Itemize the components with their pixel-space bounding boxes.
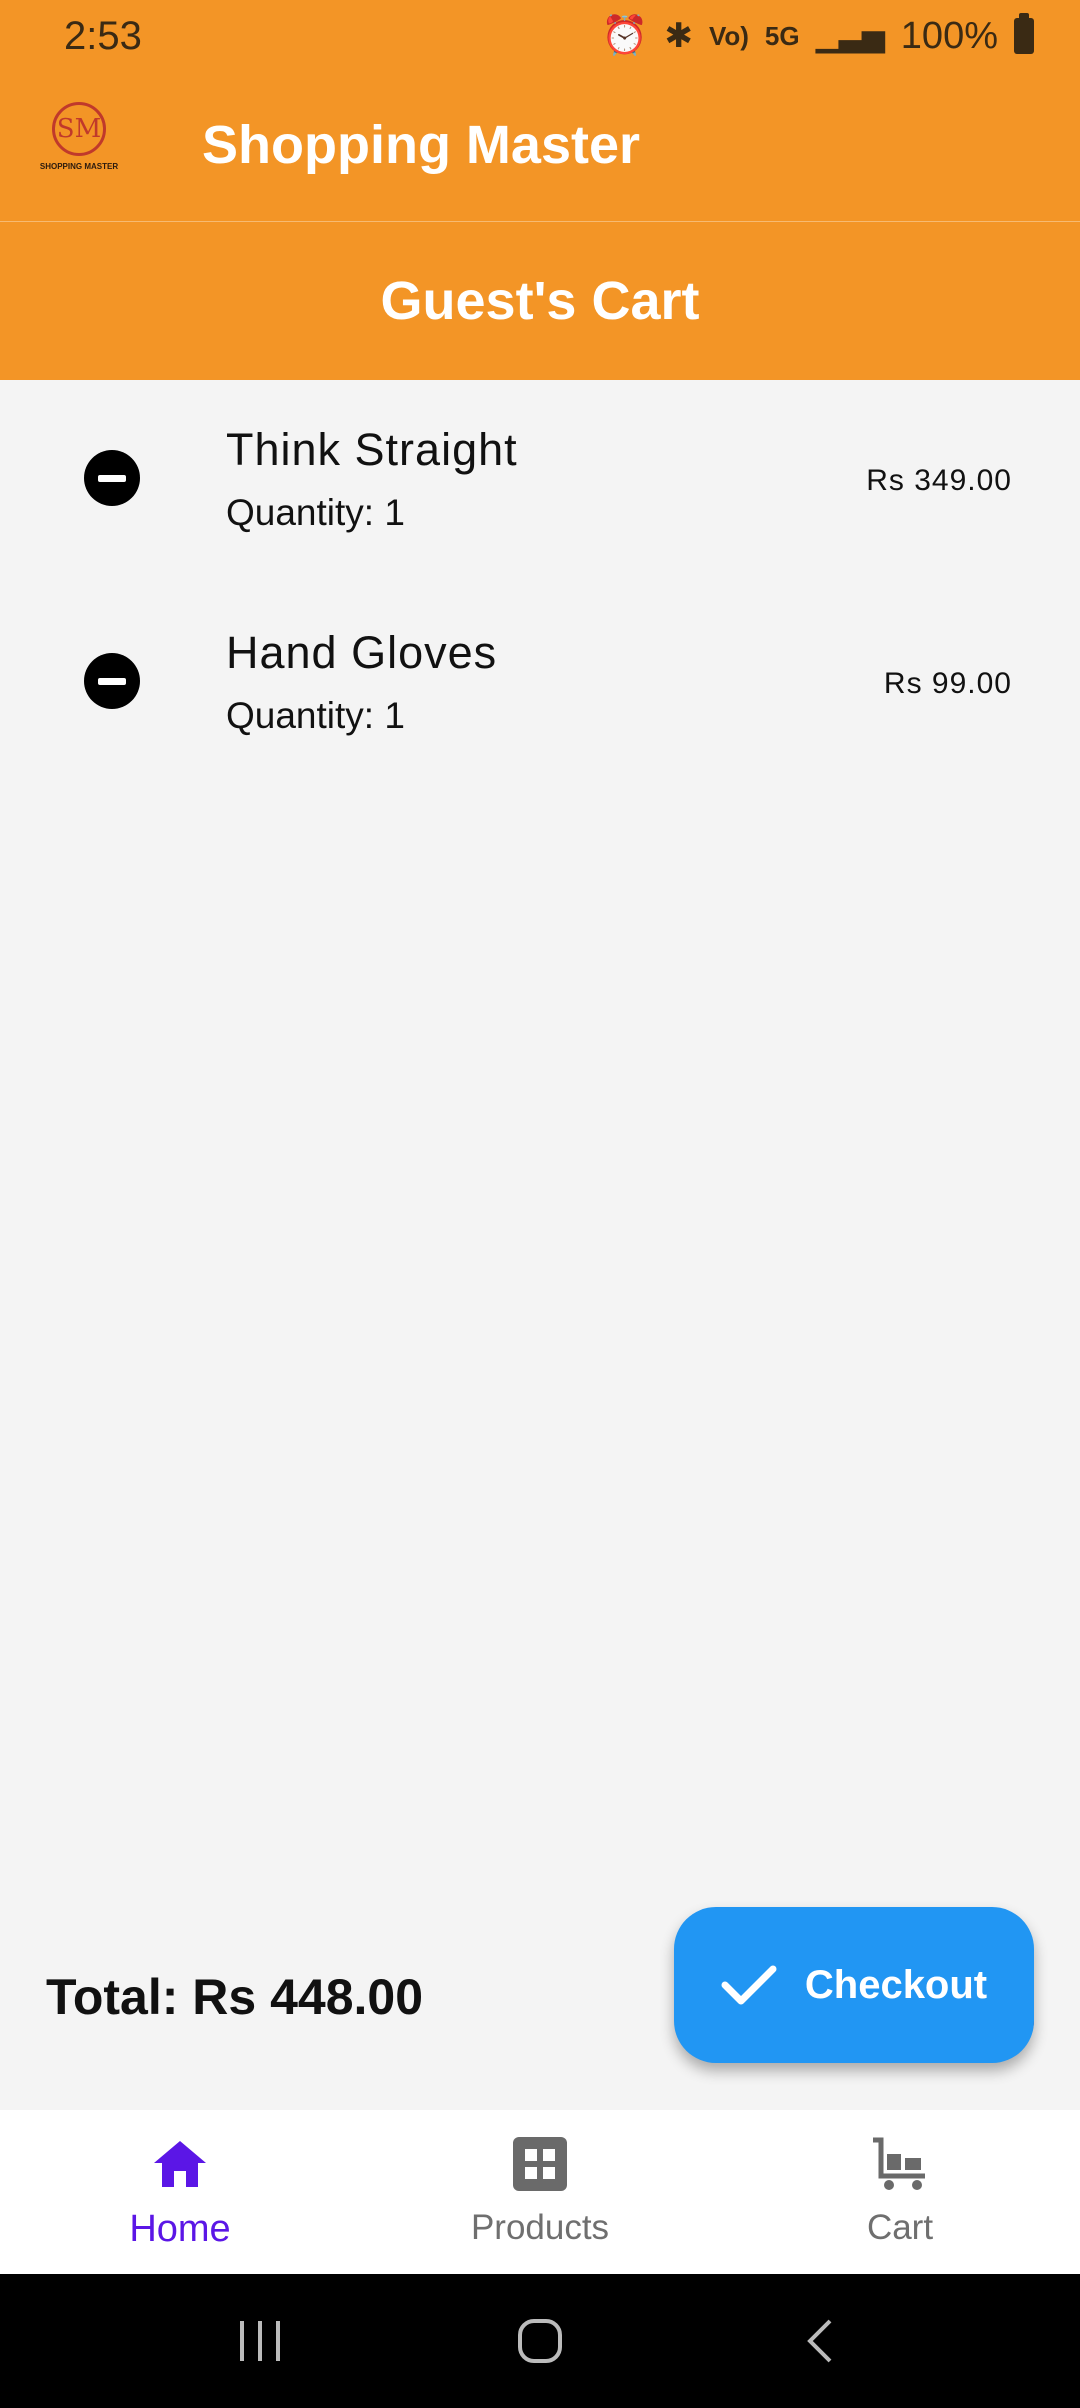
remove-item-icon[interactable] — [84, 450, 140, 506]
remove-item-icon[interactable] — [84, 653, 140, 709]
nav-products[interactable]: Products — [360, 2110, 720, 2274]
alarm-icon: ⏰ — [601, 15, 649, 57]
app-bar: SM SHOPPING MASTER Shopping Master — [0, 72, 1080, 222]
bottom-navigation: Home Products Cart — [0, 2110, 1080, 2274]
check-icon — [721, 1963, 777, 2007]
nav-cart[interactable]: Cart — [720, 2110, 1080, 2274]
recent-apps-icon[interactable] — [220, 2301, 300, 2381]
home-icon — [150, 2134, 210, 2194]
nav-home[interactable]: Home — [0, 2110, 360, 2274]
nav-label-products: Products — [470, 2208, 610, 2247]
logo-caption: SHOPPING MASTER — [39, 162, 119, 171]
bluetooth-icon: ✱ — [664, 17, 693, 55]
cart-total: Total: Rs 448.00 — [46, 1969, 424, 2025]
item-price: Rs 99.00 — [883, 667, 1012, 700]
nav-label-cart: Cart — [866, 2208, 934, 2247]
status-time: 2:53 — [64, 13, 142, 58]
checkout-button[interactable]: Checkout — [674, 1907, 1034, 2063]
system-navigation-bar — [0, 2274, 1080, 2408]
item-name: Hand Gloves — [226, 627, 498, 678]
logo-mark: SM — [52, 102, 106, 156]
nav-label-home: Home — [129, 2208, 231, 2250]
cart-item: Think Straight Quantity: 1 Rs 349.00 — [0, 396, 1080, 576]
cart-item: Hand Gloves Quantity: 1 Rs 99.00 — [0, 599, 1080, 779]
item-quantity: Quantity: 1 — [226, 695, 405, 736]
item-name: Think Straight — [226, 424, 518, 475]
volte-icon: Vo) — [708, 20, 749, 51]
status-bar: 2:53 ⏰ ✱ Vo) 5G ▁▃▅ 100% — [0, 0, 1080, 72]
home-button-icon[interactable] — [500, 2301, 580, 2381]
battery-icon — [1014, 13, 1034, 54]
checkout-label: Checkout — [804, 1962, 988, 2007]
back-icon[interactable] — [780, 2301, 860, 2381]
battery-percent: 100% — [900, 14, 998, 57]
grid-icon — [510, 2134, 570, 2194]
cart-header: Guest's Cart — [0, 222, 1080, 380]
item-quantity: Quantity: 1 — [226, 492, 405, 533]
app-title: Shopping Master — [202, 115, 641, 175]
status-icons: ⏰ ✱ Vo) 5G ▁▃▅ 100% — [601, 13, 1034, 58]
item-price: Rs 349.00 — [866, 464, 1012, 497]
cart-icon — [870, 2134, 930, 2194]
cart-title: Guest's Cart — [380, 271, 700, 331]
signal-icon: ▁▃▅ — [815, 19, 885, 53]
screen: 2:53 ⏰ ✱ Vo) 5G ▁▃▅ 100% SM SHOPPING MAS… — [0, 0, 1080, 2408]
network-5g-icon: 5G — [764, 20, 800, 51]
app-logo: SM SHOPPING MASTER — [36, 102, 122, 182]
